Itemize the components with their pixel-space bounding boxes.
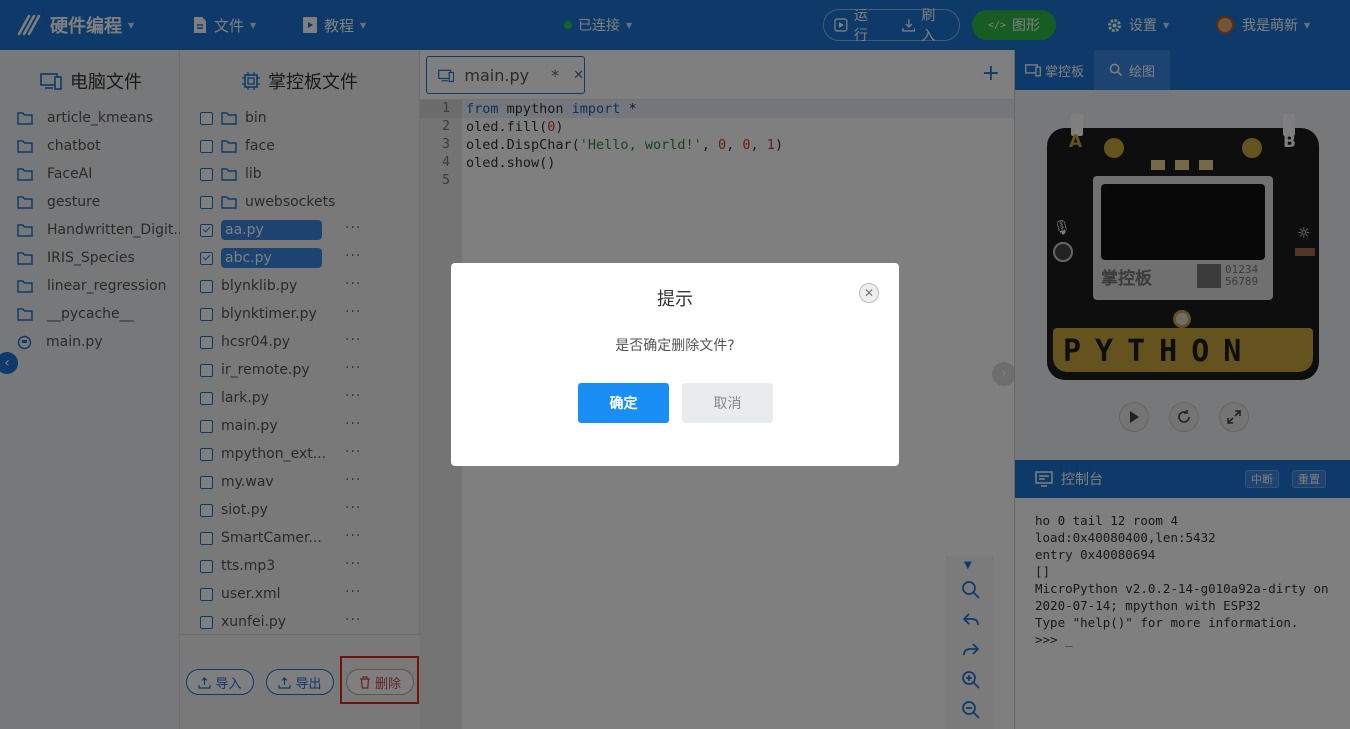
dialog-title: 提示 <box>657 289 693 310</box>
dialog-message: 是否确定删除文件? <box>615 338 735 354</box>
confirm-button[interactable]: 确定 <box>578 383 669 423</box>
cancel-button[interactable]: 取消 <box>682 383 773 423</box>
close-icon[interactable]: ✕ <box>859 283 879 303</box>
confirm-delete-dialog: 提示 ✕ 是否确定删除文件? 确定 取消 <box>451 263 899 466</box>
